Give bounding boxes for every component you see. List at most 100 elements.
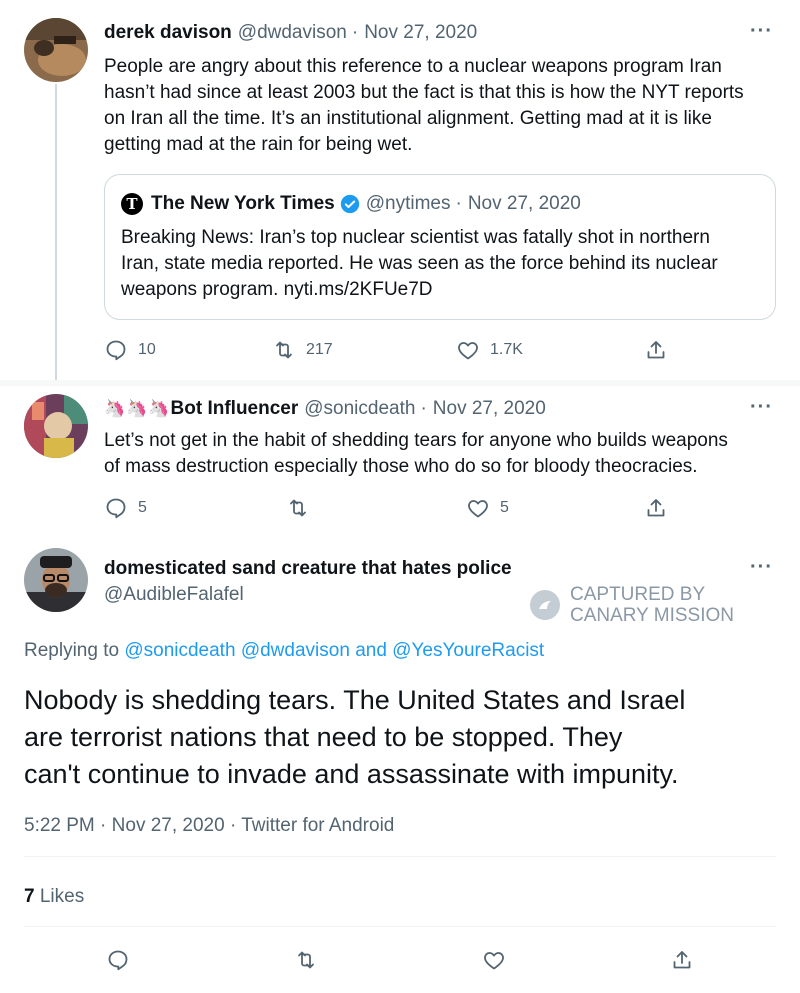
unicorn-emoji-icon: 🦄 [126,399,148,418]
separator-dot: · [351,22,359,43]
tweet-time[interactable]: 5:22 PM [24,815,95,836]
retweet-button[interactable]: 217 [272,338,333,362]
unicorn-emoji-icon: 🦄 [148,399,170,418]
author-name[interactable]: derek davison [104,22,232,44]
reply-count: 10 [138,341,156,358]
canary-mission-watermark: CAPTURED BY CANARY MISSION [530,584,734,626]
share-icon [647,499,665,517]
author-row: domesticated sand creature that hates po… [104,558,512,580]
replying-to-user[interactable]: @dwdavison [241,640,350,661]
like-button[interactable] [482,948,506,972]
verified-badge-icon [340,194,359,214]
tweet-actions: 5 5 [0,494,800,522]
author-name[interactable]: Bot Influencer [171,398,299,420]
share-button[interactable] [670,948,694,972]
like-count: 5 [500,499,509,516]
tweet-actions: 10 217 1.7K [0,336,800,364]
retweet-button[interactable] [294,948,318,972]
tweet-text-line: getting mad at the rain for being wet. [104,134,413,155]
canary-logo-icon [530,590,560,620]
reply-button[interactable] [106,948,130,972]
avatar[interactable] [24,18,88,82]
share-icon [647,341,665,359]
quote-text-line: Breaking News: Iran’s top nuclear scient… [121,227,710,248]
retweet-icon [298,951,314,969]
nyt-logo-icon: T [121,193,143,215]
unicorn-emoji-icon: 🦄 [104,399,126,418]
heart-icon [458,342,478,360]
tweet-derek-davison[interactable]: derek davison @dwdavison · Nov 27, 2020 … [0,0,800,380]
author-handle[interactable]: @dwdavison [238,22,347,44]
retweet-count: 217 [306,341,333,358]
retweet-icon [276,341,292,359]
reply-button[interactable]: 10 [104,338,156,362]
reply-icon [106,340,126,361]
tweet-text: Let’s not get in the habit of shedding t… [104,428,784,480]
tweet-date[interactable]: Nov 27, 2020 [364,22,477,44]
divider [24,856,776,857]
more-options-button[interactable]: ··· [750,396,773,419]
author-row: 🦄 🦄 🦄 Bot Influencer @sonicdeath · Nov 2… [104,398,546,420]
tweet-source[interactable]: Twitter for Android [241,815,394,836]
replying-to: Replying to @sonicdeath @dwdavison and @… [24,640,544,662]
watermark-line: CANARY MISSION [570,605,735,626]
tweet-text-line: on Iran all the time. It’s an institutio… [104,108,712,129]
like-count: 1.7K [490,341,523,358]
share-button[interactable] [644,338,668,362]
separator-dot: · [455,193,462,214]
share-icon [673,951,691,969]
quote-author-handle: @nytimes [365,193,451,214]
author-handle[interactable]: @sonicdeath [304,398,415,420]
tweet-meta: 5:22 PM · Nov 27, 2020 · Twitter for And… [24,815,394,837]
tweet-text-line: hasn’t had since at least 2003 but the f… [104,82,744,103]
tweet-text-line: People are angry about this reference to… [104,56,722,77]
quote-text-line: Iran, state media reported. He was seen … [121,253,718,274]
replying-to-and[interactable]: and [355,640,387,661]
more-options-button[interactable]: ··· [750,20,773,43]
separator-dot: · [100,815,107,836]
author-handle[interactable]: @AudibleFalafel [104,584,244,606]
tweet-bot-influencer[interactable]: 🦄 🦄 🦄 Bot Influencer @sonicdeath · Nov 2… [0,386,800,536]
main-tweet-text-line: Nobody is shedding tears. The United Sta… [24,685,686,715]
tweet-date[interactable]: Nov 27, 2020 [433,398,546,420]
quote-date: Nov 27, 2020 [467,193,581,214]
tweet-actions [0,946,800,974]
tweet-audible-falafel: domesticated sand creature that hates po… [0,536,800,993]
more-options-button[interactable]: ··· [750,556,773,579]
replying-to-user[interactable]: @sonicdeath [124,640,235,661]
likes-summary[interactable]: 7 Likes [24,886,84,908]
likes-label: Likes [39,886,85,907]
tweet-text-line: of mass destruction especially those who… [104,456,698,477]
reply-button[interactable]: 5 [104,496,147,520]
reply-count: 5 [138,499,147,516]
heart-icon [468,500,488,518]
quoted-tweet-card[interactable]: T The New York Times @nytimes · Nov 27, … [104,174,776,320]
reply-icon [106,498,126,519]
like-button[interactable]: 1.7K [456,338,523,362]
tweet-date[interactable]: Nov 27, 2020 [112,815,225,836]
tweet-text: People are angry about this reference to… [104,54,784,158]
author-name[interactable]: domesticated sand creature that hates po… [104,558,512,580]
reply-icon [108,950,128,971]
quote-text-line: weapons program. nyti.ms/2KFUe7D [121,279,433,300]
heart-icon [484,952,504,970]
main-tweet-text: Nobody is shedding tears. The United Sta… [24,682,784,793]
quote-author-row: T The New York Times @nytimes · Nov 27, … [121,193,581,215]
watermark-line: CAPTURED BY [570,584,706,605]
author-row: derek davison @dwdavison · Nov 27, 2020 [104,22,477,44]
replying-to-prefix: Replying to [24,640,120,661]
separator-dot: · [229,815,237,836]
main-tweet-text-line: are terrorist nations that need to be st… [24,722,623,752]
like-button[interactable]: 5 [466,496,509,520]
replying-to-user[interactable]: @YesYoureRacist [392,640,544,661]
divider [24,926,776,927]
separator-dot: · [420,398,427,419]
retweet-button[interactable] [286,496,310,520]
avatar[interactable] [24,394,88,458]
retweet-icon [290,499,306,517]
tweet-text-line: Let’s not get in the habit of shedding t… [104,430,728,451]
main-tweet-text-line: can't continue to invade and assassinate… [24,759,679,789]
avatar[interactable] [24,548,88,612]
author-handle-row: @AudibleFalafel [104,584,244,606]
share-button[interactable] [644,496,668,520]
